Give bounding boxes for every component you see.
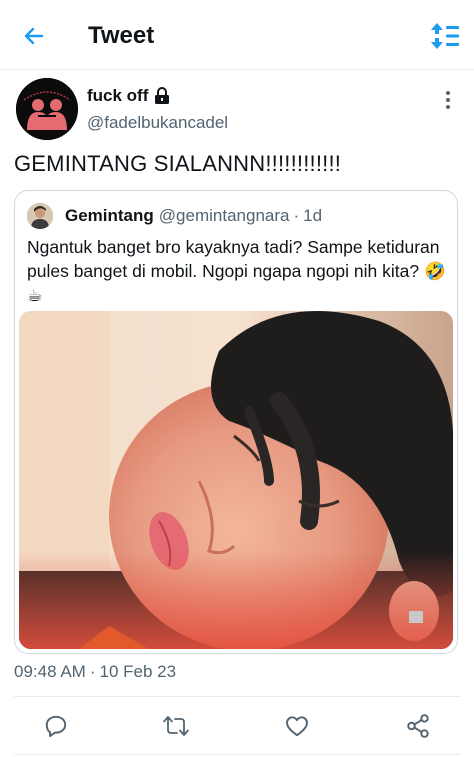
tweet-text: GEMINTANG SIALANNN!!!!!!!!!!!! xyxy=(14,151,342,176)
retweet-icon xyxy=(163,716,189,736)
tweet-author: fuck off @fadelbukancadel xyxy=(16,78,458,148)
divider xyxy=(14,754,460,755)
quoted-avatar-image xyxy=(27,203,53,229)
arrow-left-icon xyxy=(24,27,44,45)
more-options-button[interactable] xyxy=(436,88,460,112)
back-button[interactable] xyxy=(18,20,50,52)
quoted-avatar xyxy=(27,203,53,229)
divider xyxy=(14,696,460,697)
more-dot-icon xyxy=(446,91,450,95)
reply-icon xyxy=(45,715,67,738)
action-bar xyxy=(0,698,474,754)
lock-icon xyxy=(155,87,170,104)
more-dot-icon xyxy=(446,105,450,109)
page-title: Tweet xyxy=(88,22,155,49)
sort-arrows-icon xyxy=(431,23,459,49)
share-icon xyxy=(407,714,429,738)
quoted-name: Gemintang xyxy=(65,206,154,225)
quoted-header: Gemintang @gemintangnara · 1d xyxy=(27,203,322,229)
tweet-date: 10 Feb 23 xyxy=(99,662,177,681)
display-name[interactable]: fuck off xyxy=(87,86,170,106)
sleeping-person-photo xyxy=(19,311,453,649)
like-icon xyxy=(286,716,308,737)
sort-button[interactable] xyxy=(428,19,462,53)
quoted-handle: @gemintangnara xyxy=(158,206,290,225)
retweet-button[interactable] xyxy=(160,710,192,742)
reply-button[interactable] xyxy=(40,710,72,742)
quoted-tweet[interactable]: Gemintang @gemintangnara · 1d Ngantuk ba… xyxy=(14,190,458,654)
share-button[interactable] xyxy=(402,710,434,742)
quoted-text: Ngantuk banget bro kayaknya tadi? Sampe … xyxy=(27,237,446,305)
timestamp-separator: · xyxy=(89,662,96,681)
like-button[interactable] xyxy=(281,710,313,742)
avatar[interactable] xyxy=(16,78,78,140)
quoted-age: 1d xyxy=(303,206,323,225)
tweet-timestamp: 09:48 AM · 10 Feb 23 xyxy=(14,662,176,682)
handle[interactable]: @fadelbukancadel xyxy=(87,113,228,133)
display-name-text: fuck off xyxy=(87,86,149,105)
tweet-time: 09:48 AM xyxy=(14,662,86,681)
top-bar: Tweet xyxy=(0,0,474,70)
avatar-image xyxy=(16,78,78,140)
quoted-separator: · xyxy=(293,206,300,225)
quoted-media[interactable] xyxy=(19,311,453,649)
more-dot-icon xyxy=(446,98,450,102)
